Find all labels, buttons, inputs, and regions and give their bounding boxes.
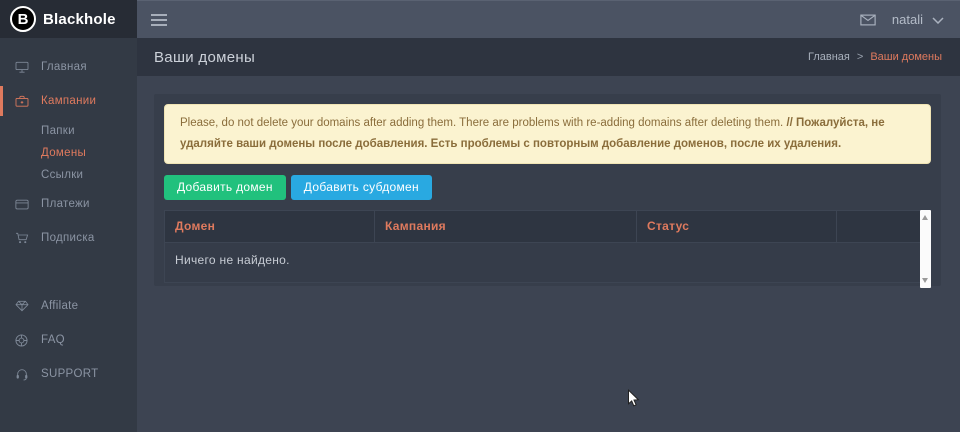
- sidebar-item-support[interactable]: SUPPORT: [0, 359, 137, 389]
- breadcrumb-separator: >: [857, 51, 863, 63]
- sidebar: B Blackhole Главная Кампании Папки Домен…: [0, 0, 137, 432]
- gem-icon: [15, 300, 32, 312]
- sidebar-item-campaigns[interactable]: Кампании: [0, 86, 137, 116]
- sidebar-item-label: Папки: [41, 125, 75, 137]
- sidebar-item-label: FAQ: [41, 334, 65, 346]
- breadcrumb-current: Ваши домены: [870, 51, 942, 63]
- column-header-status[interactable]: Статус: [637, 211, 837, 243]
- column-header-domain[interactable]: Домен: [165, 211, 375, 243]
- briefcase-icon: [15, 95, 32, 107]
- topbar: natali: [137, 0, 960, 38]
- table-header-row: Домен Кампания Статус: [165, 211, 921, 243]
- domains-table-container: Домен Кампания Статус Ничего не найдено.: [164, 210, 931, 288]
- breadcrumb: Главная > Ваши домены: [808, 51, 942, 63]
- user-name: natali: [892, 12, 923, 27]
- actions-row: Добавить домен Добавить субдомен: [164, 175, 931, 200]
- chevron-down-icon: [932, 17, 944, 24]
- warning-text-en: Please, do not delete your domains after…: [180, 117, 786, 129]
- sidebar-item-home[interactable]: Главная: [0, 52, 137, 82]
- sidebar-item-faq[interactable]: FAQ: [0, 325, 137, 355]
- column-header-actions: [837, 211, 921, 243]
- sidebar-nav: Главная Кампании Папки Домены Ссылки Пла…: [0, 38, 137, 389]
- sidebar-item-label: Кампании: [41, 95, 96, 107]
- hamburger-icon[interactable]: [150, 13, 168, 27]
- warning-banner: Please, do not delete your domains after…: [164, 104, 931, 164]
- sidebar-spacer: [0, 257, 137, 291]
- app-name: Blackhole: [43, 11, 116, 28]
- sidebar-item-affiliate[interactable]: Affilate: [0, 291, 137, 321]
- app-logo-icon: B: [10, 6, 36, 32]
- add-domain-button[interactable]: Добавить домен: [164, 175, 286, 200]
- sidebar-item-label: Домены: [41, 147, 86, 159]
- sidebar-item-subscription[interactable]: Подписка: [0, 223, 137, 253]
- column-header-campaign[interactable]: Кампания: [375, 211, 637, 243]
- page-header: Ваши домены Главная > Ваши домены: [137, 38, 960, 76]
- lifebuoy-icon: [15, 334, 32, 347]
- breadcrumb-home-link[interactable]: Главная: [808, 51, 850, 63]
- sidebar-item-label: Affilate: [41, 300, 78, 312]
- sidebar-item-domains[interactable]: Домены: [0, 142, 137, 164]
- app-logo[interactable]: B Blackhole: [0, 0, 137, 38]
- add-subdomain-button[interactable]: Добавить субдомен: [291, 175, 432, 200]
- empty-state-text: Ничего не найдено.: [165, 243, 921, 283]
- monitor-icon: [15, 61, 32, 73]
- sidebar-item-payments[interactable]: Платежи: [0, 189, 137, 219]
- sidebar-item-label: Главная: [41, 61, 87, 73]
- headset-icon: [15, 368, 32, 381]
- user-menu[interactable]: natali: [892, 12, 944, 27]
- main-content: Please, do not delete your domains after…: [137, 76, 960, 432]
- sidebar-item-label: Ссылки: [41, 169, 83, 181]
- credit-card-icon: [15, 199, 32, 210]
- sidebar-item-label: Платежи: [41, 198, 90, 210]
- sidebar-item-folders[interactable]: Папки: [0, 120, 137, 142]
- scrollbar-up-arrow-icon[interactable]: [922, 215, 928, 220]
- table-scrollbar[interactable]: [920, 210, 931, 288]
- domains-table: Домен Кампания Статус Ничего не найдено.: [164, 210, 921, 283]
- sidebar-item-label: Подписка: [41, 232, 95, 244]
- sidebar-item-links[interactable]: Ссылки: [0, 164, 137, 186]
- cart-icon: [15, 232, 32, 244]
- table-row-empty: Ничего не найдено.: [165, 243, 921, 283]
- sidebar-item-label: SUPPORT: [41, 368, 98, 380]
- scrollbar-down-arrow-icon[interactable]: [922, 278, 928, 283]
- page-title: Ваши домены: [154, 49, 255, 66]
- mail-icon[interactable]: [860, 14, 876, 26]
- domains-panel: Please, do not delete your domains after…: [154, 94, 941, 286]
- mouse-cursor: [627, 389, 640, 408]
